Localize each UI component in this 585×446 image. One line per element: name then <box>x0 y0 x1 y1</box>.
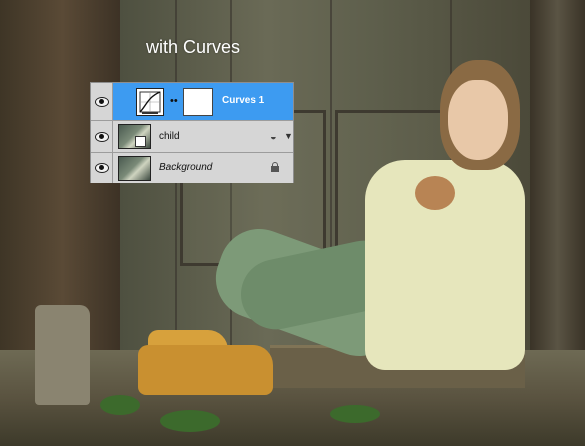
curves-icon <box>136 88 164 116</box>
girl-face <box>448 80 508 160</box>
link-icon[interactable]: •• <box>170 95 178 107</box>
grass-patch <box>100 395 140 415</box>
right-door-frame <box>530 0 585 380</box>
layer-thumbnail <box>118 156 151 181</box>
layer-child[interactable]: child ◒ ▼ <box>91 120 293 152</box>
visibility-toggle[interactable] <box>91 153 113 183</box>
photo-canvas <box>0 0 585 446</box>
stone-block <box>35 305 90 405</box>
grass-patch <box>330 405 380 423</box>
visibility-toggle[interactable] <box>91 121 113 152</box>
layer-name: Curves 1 <box>222 95 265 106</box>
boot <box>138 345 273 395</box>
layers-panel: •• Curves 1 child ◒ ▼ Background <box>90 82 294 183</box>
layer-name: Background <box>159 162 213 173</box>
smart-object-icon <box>135 136 146 147</box>
layer-curves-1[interactable]: •• Curves 1 <box>91 83 293 120</box>
layer-background[interactable]: Background <box>91 152 293 183</box>
lock-icon <box>271 162 279 172</box>
fx-icon[interactable]: ◒ <box>270 131 277 143</box>
caption-text: with Curves <box>146 37 241 57</box>
layer-mask-thumbnail[interactable] <box>183 88 213 116</box>
eye-icon <box>94 96 109 107</box>
layer-name: child <box>159 131 180 142</box>
eye-icon <box>94 163 109 173</box>
eye-icon <box>94 131 109 142</box>
expand-arrow-icon[interactable]: ▼ <box>284 131 293 141</box>
grass-patch <box>160 410 220 432</box>
visibility-toggle[interactable] <box>91 83 113 120</box>
teddy-bear <box>415 176 455 210</box>
